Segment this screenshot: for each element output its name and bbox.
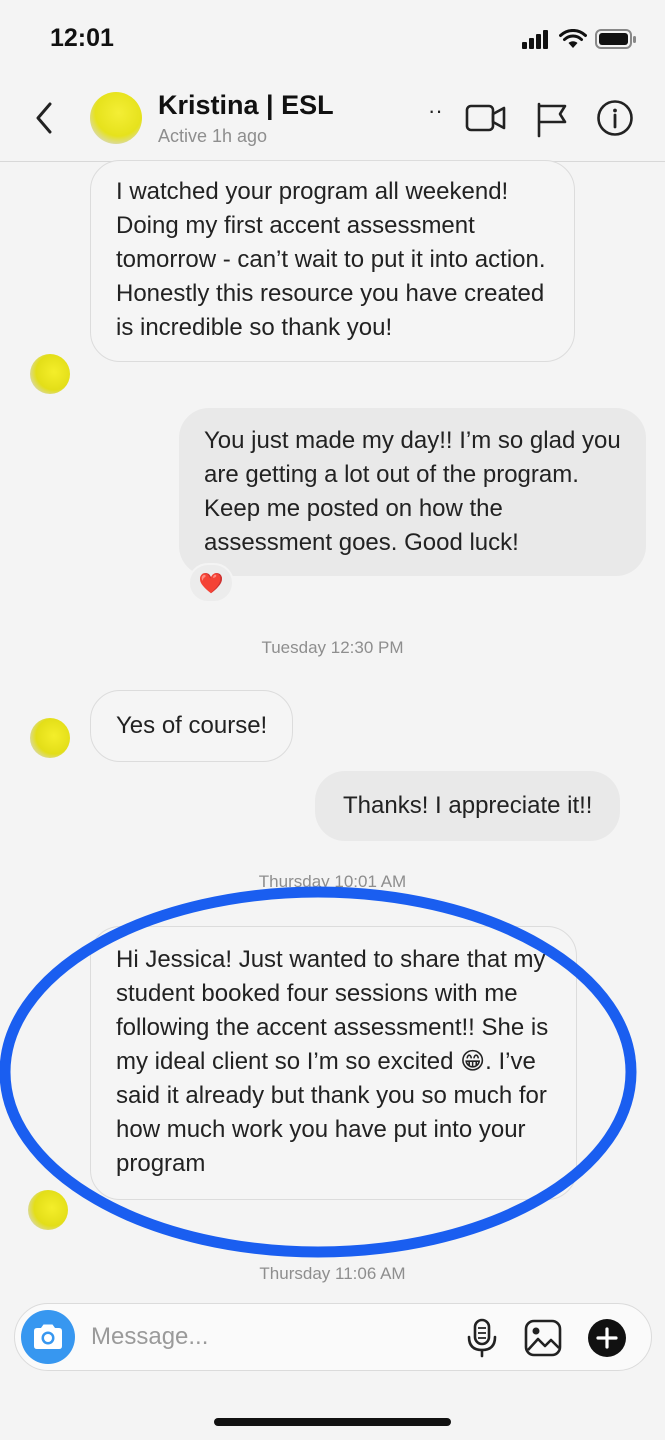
wifi-icon xyxy=(559,29,587,48)
message-incoming[interactable]: Hi Jessica! Just wanted to share that my… xyxy=(90,926,577,1200)
contact-avatar-small xyxy=(30,718,70,758)
plus-icon[interactable] xyxy=(587,1318,627,1358)
message-incoming[interactable]: Yes of course! xyxy=(90,690,294,762)
timestamp: Thursday 11:06 AM xyxy=(259,1264,406,1283)
status-time: 12:01 xyxy=(50,24,114,52)
status-bar: 12:01 xyxy=(0,0,665,80)
message-input[interactable] xyxy=(91,1318,451,1356)
timestamp: Tuesday 12:30 PM xyxy=(261,638,404,657)
contact-avatar-small xyxy=(28,1190,68,1230)
message-composer xyxy=(14,1303,652,1371)
home-indicator xyxy=(214,1418,451,1426)
back-chevron-icon[interactable] xyxy=(30,98,60,138)
battery-icon xyxy=(595,29,636,49)
contact-name[interactable]: Kristina | ESL xyxy=(158,90,334,121)
microphone-icon[interactable] xyxy=(465,1318,499,1358)
video-call-icon[interactable] xyxy=(465,98,507,138)
timestamp: Thursday 10:01 AM xyxy=(258,872,407,891)
flag-icon[interactable] xyxy=(534,98,570,138)
heart-reaction[interactable]: ❤️ xyxy=(188,563,234,603)
status-icons xyxy=(521,28,637,50)
reaction-emoji: ❤️ xyxy=(198,572,224,595)
chat-header: Kristina | ESL Active 1h ago ·· xyxy=(0,80,665,162)
message-outgoing[interactable]: You just made my day!! I’m so glad you a… xyxy=(179,408,646,576)
gallery-icon[interactable] xyxy=(523,1318,563,1358)
message-incoming[interactable]: I watched your program all weekend! Doin… xyxy=(90,160,575,362)
header-dots: ·· xyxy=(428,98,443,123)
active-status: Active 1h ago xyxy=(158,126,268,146)
contact-avatar-small xyxy=(30,354,70,394)
camera-icon xyxy=(34,1324,62,1349)
camera-button[interactable] xyxy=(21,1310,75,1364)
signal-icon xyxy=(522,30,548,49)
contact-avatar[interactable] xyxy=(90,92,142,144)
info-icon[interactable] xyxy=(596,98,634,138)
message-outgoing[interactable]: Thanks! I appreciate it!! xyxy=(315,771,621,841)
